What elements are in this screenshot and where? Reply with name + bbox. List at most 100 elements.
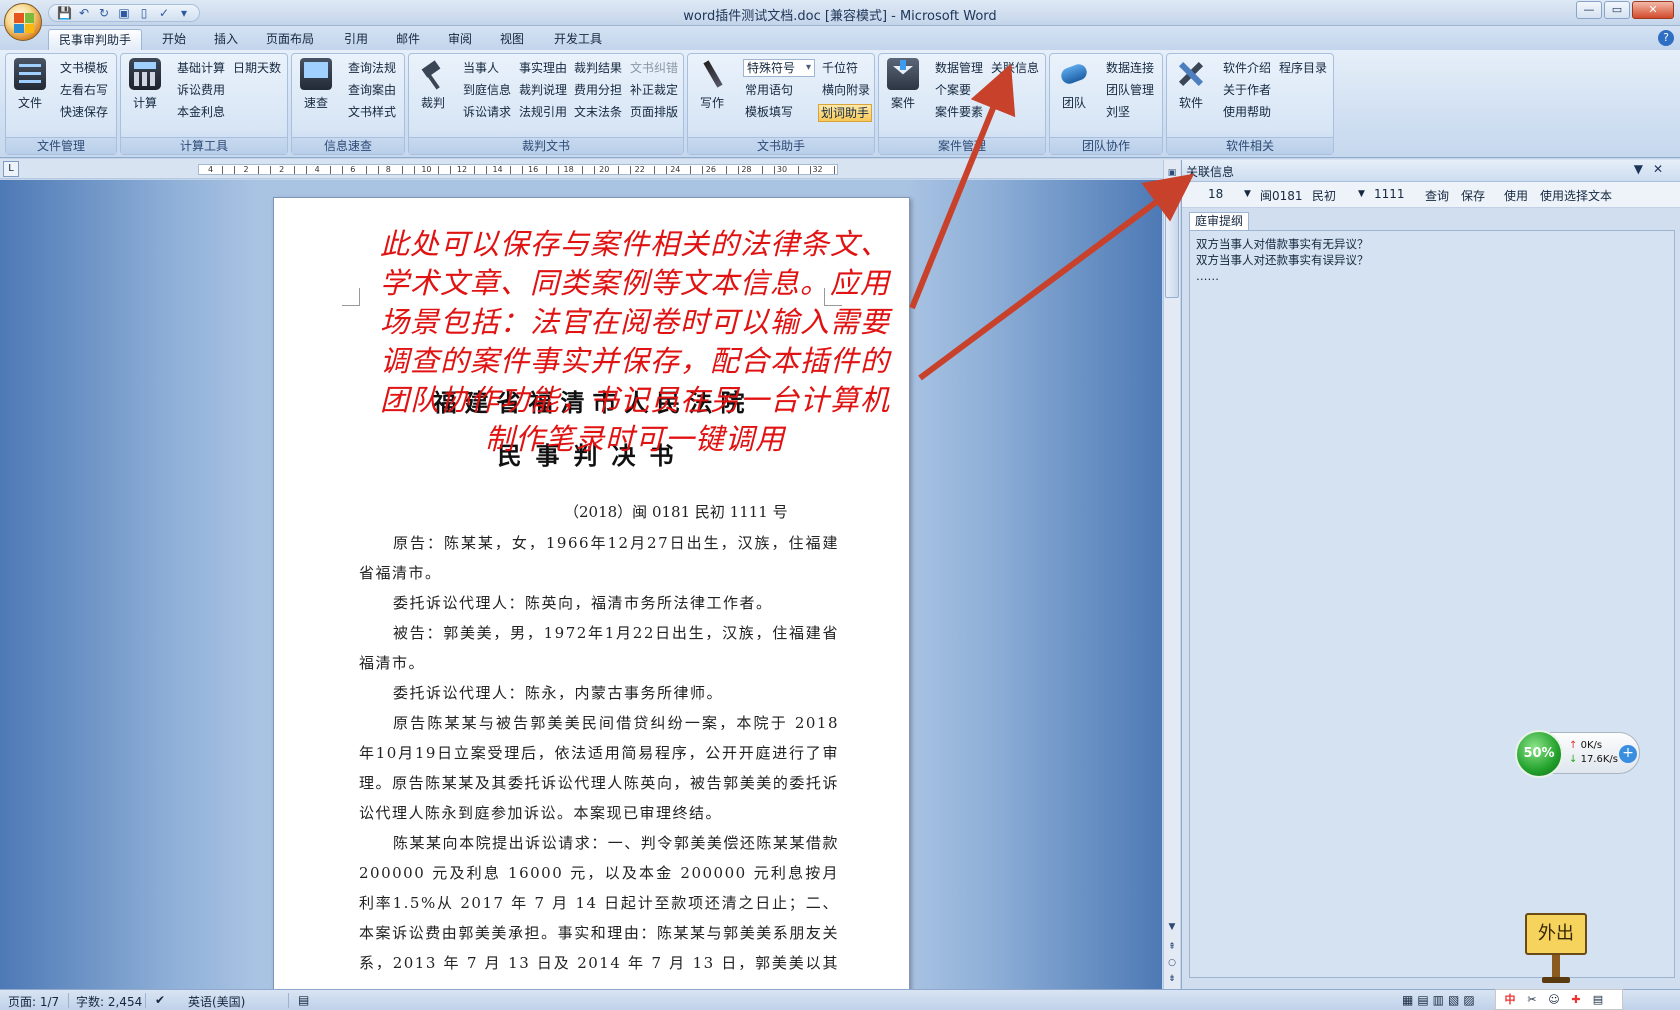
- maximize-button[interactable]: ▭: [1604, 1, 1630, 19]
- case-type-select[interactable]: 民初: [1312, 187, 1336, 204]
- correction-ruling-button[interactable]: 补正裁定: [630, 82, 678, 98]
- facts-reasons-button[interactable]: 事实理由: [519, 60, 567, 76]
- team-mgmt-button[interactable]: 团队管理: [1106, 82, 1154, 98]
- close-button[interactable]: ✕: [1632, 1, 1674, 19]
- party-button[interactable]: 当事人: [463, 60, 499, 76]
- team-member-button[interactable]: 刘坚: [1106, 104, 1130, 120]
- about-author-button[interactable]: 关于作者: [1223, 82, 1271, 98]
- save-icon[interactable]: 💾: [57, 6, 72, 20]
- word-selection-helper-button[interactable]: 划词助手: [818, 104, 873, 122]
- ruling-reasoning-button[interactable]: 裁判说理: [519, 82, 567, 98]
- query-law-button[interactable]: 查询法规: [348, 60, 396, 76]
- year-dropdown-icon[interactable]: ▼: [1244, 189, 1251, 199]
- software-button[interactable]: 软件: [1171, 58, 1211, 111]
- tab-trial-outline[interactable]: 庭审提纲: [1189, 212, 1250, 230]
- common-phrases-button[interactable]: 常用语句: [745, 82, 793, 98]
- vertical-scrollbar[interactable]: ▣ ▼ ⇞ ○ ⇟: [1163, 160, 1180, 989]
- query-button[interactable]: 查询: [1425, 187, 1449, 204]
- ime-toolbar[interactable]: 中 ✂ ☺ ✚ ▤: [1495, 989, 1623, 1010]
- ime-scissors-icon[interactable]: ✂: [1524, 992, 1540, 1007]
- program-dir-button[interactable]: 程序目录: [1279, 60, 1327, 76]
- spellcheck-icon[interactable]: ✓: [157, 6, 171, 20]
- tab-insert[interactable]: 插入: [204, 29, 248, 50]
- next-page-icon[interactable]: ⇟: [1165, 972, 1179, 987]
- office-button[interactable]: [4, 3, 42, 41]
- tab-review[interactable]: 审阅: [438, 29, 482, 50]
- special-symbol-select[interactable]: 特殊符号: [743, 59, 815, 77]
- data-connect-button[interactable]: 数据连接: [1106, 60, 1154, 76]
- away-signpost[interactable]: 外出: [1525, 913, 1587, 983]
- network-speed-widget[interactable]: 50% ↑ 0K/s ↓ 17.6K/s +: [1515, 730, 1640, 778]
- horizontal-ruler[interactable]: 4 2 2 4 6 8 10 12 14 16 18 20 22 24 26 28 30 32: [198, 164, 838, 175]
- claims-button[interactable]: 诉讼请求: [463, 104, 511, 120]
- case-button[interactable]: 案件: [883, 58, 923, 111]
- ime-keyboard-icon[interactable]: ▤: [1590, 992, 1606, 1007]
- case-elements-single-button[interactable]: 个案要: [935, 82, 971, 98]
- principal-interest-button[interactable]: 本金利息: [177, 104, 225, 120]
- print-preview-icon[interactable]: ▣: [117, 6, 131, 20]
- scroll-down-icon[interactable]: ▼: [1165, 920, 1179, 935]
- quick-save-button[interactable]: 快速保存: [60, 104, 108, 120]
- tab-view[interactable]: 视图: [490, 29, 534, 50]
- ruling-result-button[interactable]: 裁判结果: [574, 60, 622, 76]
- calc-button[interactable]: 计算: [125, 58, 165, 111]
- save-button[interactable]: 保存: [1461, 187, 1485, 204]
- panel-menu-icon[interactable]: ▼: [1634, 162, 1653, 176]
- help-icon[interactable]: ?: [1658, 30, 1674, 46]
- prev-page-icon[interactable]: ⇞: [1165, 940, 1179, 955]
- case-elements-button[interactable]: 案件要素: [935, 104, 983, 120]
- litigation-fee-button[interactable]: 诉讼费用: [177, 82, 225, 98]
- tab-home[interactable]: 开始: [152, 29, 196, 50]
- new-doc-icon[interactable]: ▯: [137, 6, 151, 20]
- fee-allocation-button[interactable]: 费用分担: [574, 82, 622, 98]
- ime-tools-icon[interactable]: ✚: [1568, 992, 1584, 1007]
- attendance-info-button[interactable]: 到庭信息: [463, 82, 511, 98]
- tab-page-layout[interactable]: 页面布局: [256, 29, 324, 50]
- tab-selector-icon[interactable]: L: [3, 161, 19, 177]
- memory-percent-ball[interactable]: 50%: [1515, 730, 1563, 778]
- ime-chinese-icon[interactable]: 中: [1502, 992, 1518, 1007]
- data-mgmt-button[interactable]: 数据管理: [935, 60, 983, 76]
- team-button[interactable]: 团队: [1054, 58, 1094, 111]
- tab-developer[interactable]: 开发工具: [544, 29, 612, 50]
- judge-button[interactable]: 裁判: [413, 58, 453, 111]
- end-articles-button[interactable]: 文末法条: [574, 104, 622, 120]
- date-days-button[interactable]: 日期天数: [233, 60, 281, 76]
- case-number-field[interactable]: 1111: [1374, 187, 1405, 201]
- case-type-dropdown-icon[interactable]: ▼: [1358, 189, 1365, 199]
- year-select[interactable]: 18: [1208, 187, 1223, 201]
- thousands-sep-button[interactable]: 千位符: [822, 60, 858, 76]
- outline-textarea[interactable]: 双方当事人对借款事实有无异议？ 双方当事人对还款事实有误异议？ ……: [1189, 230, 1675, 978]
- doc-correction-button[interactable]: 文书纠错: [630, 60, 678, 76]
- minimize-button[interactable]: —: [1576, 1, 1602, 19]
- expand-plus-icon[interactable]: +: [1619, 745, 1637, 763]
- redo-icon[interactable]: ↻: [97, 6, 111, 20]
- tab-civil-assistant[interactable]: 民事审判助手: [48, 29, 143, 50]
- software-intro-button[interactable]: 软件介绍: [1223, 60, 1271, 76]
- template-fill-button[interactable]: 模板填写: [745, 104, 793, 120]
- browse-object-icon[interactable]: ○: [1165, 956, 1179, 971]
- use-button[interactable]: 使用: [1504, 187, 1528, 204]
- page-layout-button[interactable]: 页面排版: [630, 104, 678, 120]
- ime-face-icon[interactable]: ☺: [1546, 992, 1562, 1007]
- doc-style-button[interactable]: 文书样式: [348, 104, 396, 120]
- customize-qat-icon[interactable]: ▾: [177, 6, 191, 20]
- file-button[interactable]: 文件: [10, 58, 50, 111]
- write-button[interactable]: 写作: [692, 58, 732, 111]
- page-indicator[interactable]: 页面: 1/7: [8, 993, 59, 1010]
- query-cause-button[interactable]: 查询案由: [348, 82, 396, 98]
- tab-references[interactable]: 引用: [334, 29, 378, 50]
- quick-lookup-button[interactable]: 速查: [296, 58, 336, 111]
- landscape-appendix-button[interactable]: 横向附录: [822, 82, 870, 98]
- basic-calc-button[interactable]: 基础计算: [177, 60, 225, 76]
- region-field[interactable]: 闽0181: [1260, 187, 1303, 204]
- undo-icon[interactable]: ↶: [77, 6, 91, 20]
- language-indicator[interactable]: 英语(美国): [188, 993, 245, 1010]
- doc-template-button[interactable]: 文书模板: [60, 60, 108, 76]
- use-selected-text-button[interactable]: 使用选择文本: [1540, 187, 1612, 204]
- macro-record-icon[interactable]: ▤: [298, 993, 309, 1007]
- law-citation-button[interactable]: 法规引用: [519, 104, 567, 120]
- word-count[interactable]: 字数: 2,454: [76, 993, 142, 1010]
- tab-mailings[interactable]: 邮件: [386, 29, 430, 50]
- side-by-side-button[interactable]: 左看右写: [60, 82, 108, 98]
